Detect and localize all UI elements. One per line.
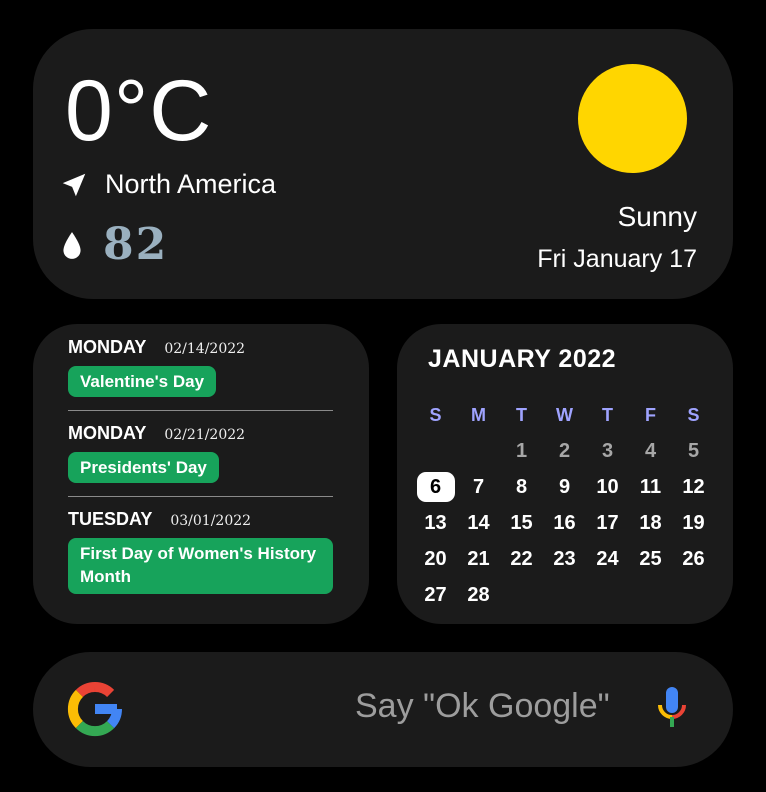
weekday-header: W	[556, 404, 573, 425]
upcoming-events-widget[interactable]: MONDAY 02/14/2022 Valentine's Day MONDAY…	[33, 324, 369, 624]
event-title[interactable]: First Day of Women's History Month	[68, 538, 333, 594]
event-item[interactable]: MONDAY 02/14/2022 Valentine's Day	[68, 337, 333, 397]
calendar-day[interactable]: 27	[414, 577, 457, 613]
location-row: North America	[59, 169, 276, 200]
event-date: 02/14/2022	[164, 341, 246, 357]
weekday-header: S	[687, 404, 700, 425]
calendar-day[interactable]: 19	[672, 505, 715, 541]
temperature: 0°C	[65, 63, 213, 159]
water-drop-icon	[63, 231, 81, 259]
calendar-day[interactable]: 3	[586, 433, 629, 469]
calendar-day[interactable]: 26	[672, 541, 715, 577]
calendar-day[interactable]: 28	[457, 577, 500, 613]
calendar-grid: S M T W T F S 1 2 3 4 5 6 7 8 9 10 11 12 13 14 15 16 17 18 19 20 21…	[414, 397, 715, 613]
calendar-day[interactable]: 10	[586, 469, 629, 505]
calendar-day[interactable]: 25	[629, 541, 672, 577]
calendar-day[interactable]: 14	[457, 505, 500, 541]
empty-day-cell	[672, 577, 715, 613]
calendar-widget[interactable]: JANUARY 2022 S M T W T F S 1 2 3 4 5 6 7 8 9 10 11 12 13 14 1…	[397, 324, 733, 624]
event-day: TUESDAY	[68, 509, 153, 529]
calendar-month-title: JANUARY 2022	[428, 345, 617, 373]
google-logo-icon[interactable]	[65, 679, 125, 739]
calendar-day[interactable]: 17	[586, 505, 629, 541]
empty-day-cell	[457, 433, 500, 469]
event-item[interactable]: TUESDAY 03/01/2022 First Day of Women's …	[68, 509, 333, 594]
empty-day-cell	[500, 577, 543, 613]
calendar-day[interactable]: 20	[414, 541, 457, 577]
calendar-day[interactable]: 9	[543, 469, 586, 505]
weekday-header: M	[471, 404, 486, 425]
event-day: MONDAY	[68, 423, 147, 443]
weekday-header: T	[516, 404, 527, 425]
calendar-day[interactable]: 13	[414, 505, 457, 541]
empty-day-cell	[629, 577, 672, 613]
calendar-day[interactable]: 4	[629, 433, 672, 469]
voice-search-hint[interactable]: Say "Ok Google"	[355, 687, 610, 726]
calendar-day[interactable]: 21	[457, 541, 500, 577]
divider	[68, 496, 333, 497]
calendar-day[interactable]: 22	[500, 541, 543, 577]
divider	[68, 410, 333, 411]
calendar-day[interactable]: 23	[543, 541, 586, 577]
calendar-day[interactable]: 5	[672, 433, 715, 469]
calendar-day[interactable]: 1	[500, 433, 543, 469]
event-date: 03/01/2022	[170, 513, 252, 529]
calendar-day[interactable]: 8	[500, 469, 543, 505]
weather-date: Fri January 17	[537, 245, 697, 273]
calendar-day[interactable]: 11	[629, 469, 672, 505]
empty-day-cell	[414, 433, 457, 469]
weekday-header: F	[645, 404, 656, 425]
event-date: 02/21/2022	[164, 427, 246, 443]
event-day: MONDAY	[68, 337, 147, 357]
humidity-value: 82	[103, 219, 169, 270]
calendar-day[interactable]: 16	[543, 505, 586, 541]
weekday-header: T	[602, 404, 613, 425]
calendar-day[interactable]: 7	[457, 469, 500, 505]
weekday-header: S	[429, 404, 442, 425]
event-title[interactable]: Presidents' Day	[68, 452, 219, 483]
event-title[interactable]: Valentine's Day	[68, 366, 217, 397]
calendar-day[interactable]: 24	[586, 541, 629, 577]
calendar-day[interactable]: 2	[543, 433, 586, 469]
humidity-row: 82	[61, 219, 168, 270]
empty-day-cell	[543, 577, 586, 613]
weather-condition: Sunny	[617, 201, 697, 232]
calendar-day[interactable]: 15	[500, 505, 543, 541]
navigation-arrow-icon	[62, 173, 86, 196]
weather-widget[interactable]: 0°C North America 82 Sunny Fri January 1…	[33, 29, 733, 299]
calendar-day[interactable]: 12	[672, 469, 715, 505]
event-item[interactable]: MONDAY 02/21/2022 Presidents' Day	[68, 423, 333, 483]
location-label: North America	[105, 169, 277, 199]
today-highlight[interactable]: 6	[416, 472, 455, 502]
calendar-day[interactable]: 6	[414, 469, 457, 505]
microphone-icon[interactable]	[655, 685, 689, 731]
empty-day-cell	[586, 577, 629, 613]
calendar-day[interactable]: 18	[629, 505, 672, 541]
sun-icon	[578, 64, 687, 173]
google-search-bar[interactable]: Say "Ok Google"	[33, 652, 733, 767]
